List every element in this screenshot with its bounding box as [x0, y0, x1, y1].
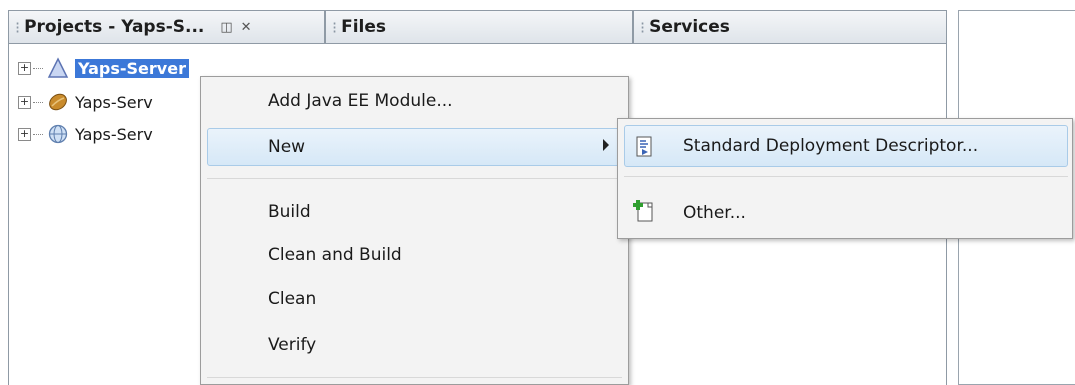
tab-services-label: Services — [649, 17, 730, 37]
tab-projects[interactable]: ⁝ Projects - Yaps-S... ◫ ✕ — [8, 10, 325, 44]
tree-node-label: Yaps-Server — [75, 58, 189, 78]
tree-node-yaps-server[interactable]: + Yaps-Server — [18, 54, 189, 82]
expand-icon[interactable]: + — [18, 127, 31, 141]
close-tab-icon[interactable]: ✕ — [241, 20, 252, 35]
tab-files[interactable]: ⁝ Files — [325, 10, 633, 44]
menu-separator — [207, 377, 622, 378]
triangle-project-icon — [47, 57, 69, 79]
tree-node-label: Yaps-Serv — [75, 124, 153, 144]
new-file-icon — [632, 199, 656, 223]
menu-item-add-java-ee-module[interactable]: Add Java EE Module... — [268, 86, 453, 116]
drag-grip-icon[interactable]: ⁝ — [15, 18, 20, 37]
expand-icon[interactable]: + — [18, 95, 31, 109]
submenu-item-other[interactable]: Other... — [683, 198, 746, 228]
submenu-separator — [624, 176, 1068, 177]
tab-services[interactable]: ⁝ Services — [633, 10, 947, 44]
tree-connector — [33, 101, 43, 103]
bean-icon — [47, 91, 69, 113]
tree-connector — [33, 133, 43, 135]
tab-files-label: Files — [341, 17, 387, 37]
menu-item-verify[interactable]: Verify — [268, 330, 316, 360]
drag-grip-icon[interactable]: ⁝ — [640, 18, 645, 37]
menu-item-clean[interactable]: Clean — [268, 284, 316, 314]
drag-grip-icon[interactable]: ⁝ — [332, 18, 337, 37]
tree-node-label: Yaps-Serv — [75, 92, 153, 112]
submenu-item-standard-deployment-descriptor[interactable]: Standard Deployment Descriptor... — [683, 131, 978, 161]
expand-icon[interactable]: + — [18, 61, 31, 75]
context-menu — [200, 76, 629, 385]
menu-item-new[interactable]: New — [268, 132, 305, 162]
restore-window-icon[interactable]: ◫ — [220, 20, 232, 35]
submenu-arrow-icon — [603, 139, 609, 151]
menu-item-build[interactable]: Build — [268, 197, 311, 227]
menu-separator — [207, 178, 622, 179]
deployment-descriptor-icon — [634, 136, 654, 158]
globe-icon — [47, 123, 69, 145]
tree-node-web[interactable]: + Yaps-Serv — [18, 120, 153, 148]
tab-projects-label: Projects - Yaps-S... — [24, 17, 205, 37]
tree-connector — [33, 67, 43, 69]
menu-item-clean-and-build[interactable]: Clean and Build — [268, 240, 402, 270]
tree-node-ejb[interactable]: + Yaps-Serv — [18, 88, 153, 116]
